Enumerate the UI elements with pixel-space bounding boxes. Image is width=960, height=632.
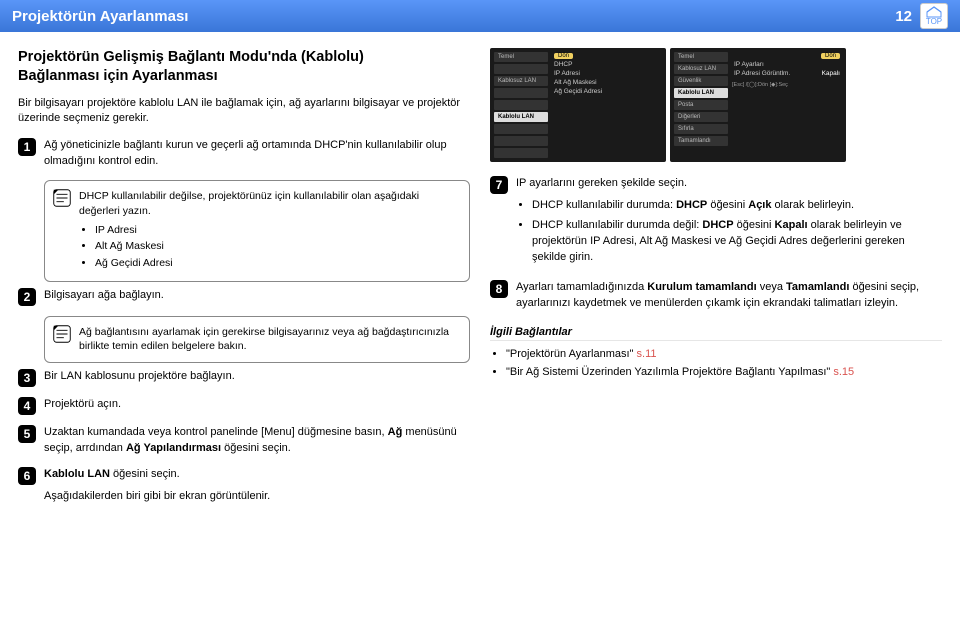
step-3: 3 Bir LAN kablosunu projektöre bağlayın. bbox=[18, 369, 470, 387]
osd-screenshots: Temel Kablosuz LAN Kablolu LAN Dön DHCP … bbox=[490, 48, 942, 162]
left-column: Projektörün Gelişmiş Bağlantı Modu'nda (… bbox=[18, 48, 470, 515]
osd-menu-item bbox=[494, 100, 548, 110]
step-body: Bir LAN kablosunu projektöre bağlayın. bbox=[44, 369, 470, 385]
osd-menu-item: Tamamlandı bbox=[674, 136, 728, 146]
step-badge: 6 bbox=[18, 467, 36, 485]
step-badge: 8 bbox=[490, 280, 508, 298]
step-body: Ağ yöneticinizle bağlantı kurun ve geçer… bbox=[44, 138, 470, 170]
section-heading: Projektörün Gelişmiş Bağlantı Modu'nda (… bbox=[18, 48, 470, 86]
step-body: Uzaktan kumandada veya kontrol panelinde… bbox=[44, 425, 470, 457]
step-body: Kablolu LAN öğesini seçin. Aşağıdakilerd… bbox=[44, 467, 470, 505]
step-badge: 5 bbox=[18, 425, 36, 443]
osd-menu-item: Güvenlik bbox=[674, 76, 728, 86]
list-item: Ağ Geçidi Adresi bbox=[95, 256, 459, 271]
step-2: 2 Bilgisayarı ağa bağlayın. bbox=[18, 288, 470, 306]
osd-menu-item: Sıfırla bbox=[674, 124, 728, 134]
list-item: DHCP kullanılabilir durumda: DHCP öğesin… bbox=[532, 198, 942, 214]
list-item: Alt Ağ Maskesi bbox=[95, 239, 459, 254]
note-text: DHCP kullanılabilir değilse, projektörün… bbox=[79, 190, 419, 217]
step-7: 7 IP ayarlarını gereken şekilde seçin. D… bbox=[490, 176, 942, 270]
intro-text: Bir bilgisayarı projektöre kablolu LAN i… bbox=[18, 96, 470, 127]
right-column: Temel Kablosuz LAN Kablolu LAN Dön DHCP … bbox=[490, 48, 942, 515]
osd-menu-item bbox=[494, 64, 548, 74]
osd-screenshot-2: Temel Kablosuz LAN Güvenlik Kablolu LAN … bbox=[670, 48, 846, 162]
osd-menu-item: Kablosuz LAN bbox=[674, 64, 728, 74]
page-title: Projektörün Ayarlanması bbox=[12, 8, 188, 25]
osd-menu-item-active: Kablolu LAN bbox=[674, 88, 728, 98]
step-4: 4 Projektörü açın. bbox=[18, 397, 470, 415]
osd-screenshot-1: Temel Kablosuz LAN Kablolu LAN Dön DHCP … bbox=[490, 48, 666, 162]
osd-menu-item: Kablosuz LAN bbox=[494, 76, 548, 86]
related-link[interactable]: s.11 bbox=[637, 348, 657, 360]
step-body: Projektörü açın. bbox=[44, 397, 470, 413]
osd-menu-item bbox=[494, 124, 548, 134]
step-badge: 2 bbox=[18, 288, 36, 306]
step-5: 5 Uzaktan kumandada veya kontrol panelin… bbox=[18, 425, 470, 457]
step-badge: 3 bbox=[18, 369, 36, 387]
related-links-heading: İlgili Bağlantılar bbox=[490, 326, 942, 341]
osd-menu-item bbox=[494, 148, 548, 158]
page-header: Projektörün Ayarlanması 12 TOP bbox=[0, 0, 960, 32]
note-text: Ağ bağlantısını ayarlamak için gerekirse… bbox=[79, 326, 449, 353]
list-item: DHCP kullanılabilir durumda değil: DHCP … bbox=[532, 218, 942, 266]
step-body: Ayarları tamamladığınızda Kurulum tamaml… bbox=[516, 280, 942, 312]
top-label: TOP bbox=[926, 17, 942, 26]
step-8: 8 Ayarları tamamladığınızda Kurulum tama… bbox=[490, 280, 942, 312]
osd-menu-item-active: Kablolu LAN bbox=[494, 112, 548, 122]
top-button[interactable]: TOP bbox=[920, 3, 948, 29]
step-badge: 1 bbox=[18, 138, 36, 156]
step-6: 6 Kablolu LAN öğesini seçin. Aşağıdakile… bbox=[18, 467, 470, 505]
step-badge: 4 bbox=[18, 397, 36, 415]
related-link-item: "Projektörün Ayarlanması" s.11 bbox=[506, 347, 942, 363]
osd-menu-item bbox=[494, 88, 548, 98]
related-link-item: "Bir Ağ Sistemi Üzerinden Yazılımla Proj… bbox=[506, 365, 942, 381]
list-item: IP Adresi bbox=[95, 223, 459, 238]
step-1: 1 Ağ yöneticinizle bağlantı kurun ve geç… bbox=[18, 138, 470, 170]
related-link[interactable]: s.15 bbox=[833, 366, 854, 378]
osd-menu-item: Diğerleri bbox=[674, 112, 728, 122]
note-icon bbox=[51, 323, 73, 345]
step-body: IP ayarlarını gereken şekilde seçin. DHC… bbox=[516, 176, 942, 270]
note-box-1: DHCP kullanılabilir değilse, projektörün… bbox=[44, 180, 470, 281]
page-number: 12 bbox=[895, 8, 912, 25]
osd-menu-item: Temel bbox=[494, 52, 548, 62]
osd-menu-item: Temel bbox=[674, 52, 728, 62]
note-list: IP Adresi Alt Ağ Maskesi Ağ Geçidi Adres… bbox=[95, 223, 459, 271]
related-links-list: "Projektörün Ayarlanması" s.11 "Bir Ağ S… bbox=[506, 347, 942, 381]
note-icon bbox=[51, 187, 73, 209]
header-right: 12 TOP bbox=[895, 3, 948, 29]
osd-menu-item bbox=[494, 136, 548, 146]
note-box-2: Ağ bağlantısını ayarlamak için gerekirse… bbox=[44, 316, 470, 363]
step-body: Bilgisayarı ağa bağlayın. bbox=[44, 288, 470, 304]
step-badge: 7 bbox=[490, 176, 508, 194]
osd-menu-item: Posta bbox=[674, 100, 728, 110]
